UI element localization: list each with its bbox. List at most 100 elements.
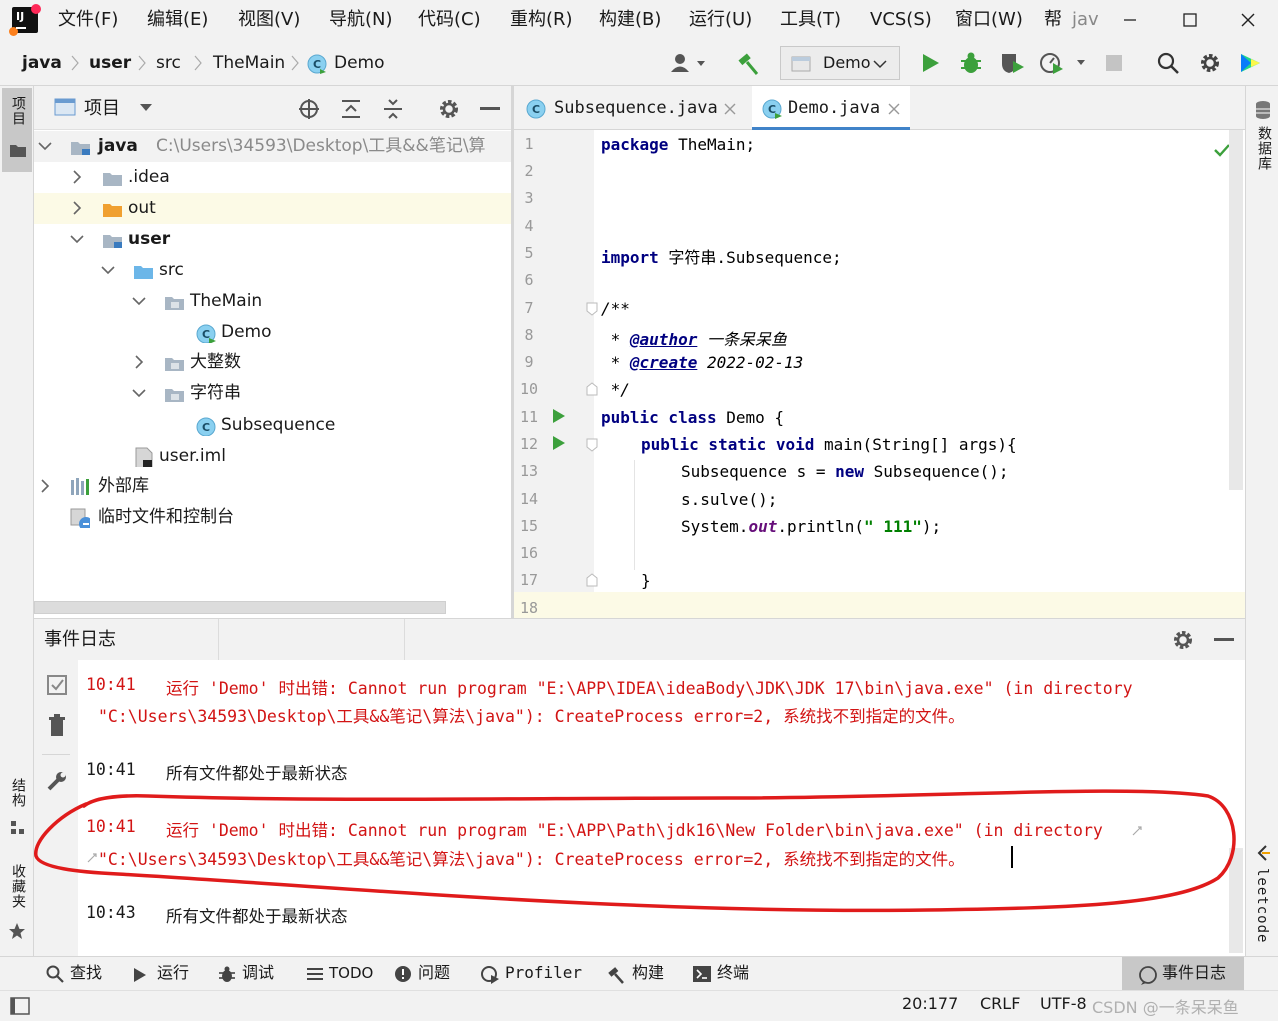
code-line-14: s.sulve(); bbox=[681, 490, 778, 509]
leetcode-tool-window-button[interactable]: leetcode bbox=[1249, 840, 1277, 950]
code-with-me-button[interactable] bbox=[1236, 49, 1264, 77]
hammer-icon bbox=[608, 967, 624, 984]
tree-node-string[interactable]: 字符串 bbox=[34, 378, 512, 409]
run-button[interactable] bbox=[916, 49, 944, 77]
breadcrumb-themain[interactable]: TheMain bbox=[213, 53, 285, 73]
line-number: 5 bbox=[524, 244, 534, 262]
maximize-icon bbox=[1183, 13, 1197, 27]
menu-bar: IJ 文件(F) 编辑(E) 视图(V) 导航(N) 代码(C) 重构(R) 构… bbox=[0, 0, 1278, 40]
breadcrumb-user[interactable]: user bbox=[89, 53, 131, 73]
user-account-button[interactable] bbox=[666, 49, 712, 77]
locate-file-icon[interactable] bbox=[298, 98, 320, 120]
collapse-all-icon[interactable] bbox=[382, 98, 404, 120]
menu-run[interactable]: 运行(U) bbox=[689, 8, 752, 32]
maximize-window-button[interactable] bbox=[1170, 6, 1210, 34]
menu-window[interactable]: 窗口(W) bbox=[955, 8, 1023, 32]
tree-label: user bbox=[128, 229, 171, 249]
menu-file[interactable]: 文件(F) bbox=[58, 8, 118, 32]
fold-icon[interactable] bbox=[586, 438, 598, 452]
menu-vcs[interactable]: VCS(S) bbox=[870, 8, 932, 32]
project-tool-window-button[interactable]: 项目 bbox=[2, 88, 32, 172]
minimize-window-button[interactable] bbox=[1110, 6, 1150, 34]
file-encoding[interactable]: UTF-8 bbox=[1040, 994, 1087, 1013]
line-number: 14 bbox=[519, 490, 539, 508]
close-icon[interactable] bbox=[724, 103, 736, 115]
breadcrumb-java[interactable]: java bbox=[22, 53, 62, 73]
menu-build[interactable]: 构建(B) bbox=[599, 8, 661, 32]
indent-guide bbox=[634, 460, 635, 570]
trash-icon[interactable] bbox=[47, 714, 67, 738]
line-number: 12 bbox=[519, 435, 539, 453]
fold-icon[interactable] bbox=[586, 573, 598, 587]
caret-position[interactable]: 20:177 bbox=[902, 994, 958, 1013]
close-icon[interactable] bbox=[888, 103, 900, 115]
menu-tools[interactable]: 工具(T) bbox=[780, 8, 841, 32]
menu-edit[interactable]: 编辑(E) bbox=[147, 8, 208, 32]
code-editor[interactable] bbox=[594, 130, 1245, 618]
view-mode-dropdown-icon[interactable] bbox=[139, 103, 153, 113]
run-with-coverage-button[interactable] bbox=[998, 49, 1026, 77]
line-number: 18 bbox=[519, 599, 539, 617]
line-number: 13 bbox=[519, 462, 539, 480]
database-tool-window-button[interactable]: 数据库 bbox=[1249, 98, 1277, 198]
bug-icon bbox=[219, 966, 235, 982]
gear-icon[interactable] bbox=[1172, 629, 1194, 651]
svg-text:C: C bbox=[313, 58, 321, 71]
toggle-tool-windows-icon[interactable] bbox=[10, 997, 30, 1015]
menu-navigate[interactable]: 导航(N) bbox=[329, 8, 393, 32]
stop-button[interactable] bbox=[1100, 49, 1128, 77]
log-message-link[interactable]: 运行 'Demo' 时出错: Cannot run program "E:\AP… bbox=[166, 675, 1133, 699]
project-horizontal-scrollbar[interactable] bbox=[34, 601, 446, 614]
tree-node-user-iml[interactable]: user.iml bbox=[34, 441, 512, 472]
run-gutter-icon[interactable] bbox=[552, 435, 566, 451]
tree-node-scratches[interactable]: 临时文件和控制台 bbox=[34, 502, 512, 533]
close-window-button[interactable] bbox=[1228, 6, 1268, 34]
search-everywhere-button[interactable] bbox=[1154, 49, 1182, 77]
hide-panel-icon[interactable] bbox=[1214, 638, 1234, 642]
list-icon bbox=[307, 968, 323, 980]
run-configuration-select[interactable]: Demo bbox=[780, 46, 900, 80]
breadcrumb-demo[interactable]: Demo bbox=[334, 53, 385, 73]
tab-subsequence-java[interactable]: C Subsequence.java bbox=[514, 86, 752, 130]
line-number: 1 bbox=[524, 135, 534, 153]
tree-label: 外部库 bbox=[98, 476, 149, 496]
line-number: 16 bbox=[519, 544, 539, 562]
tree-label: 大整数 bbox=[190, 352, 241, 372]
menu-code[interactable]: 代码(C) bbox=[418, 8, 481, 32]
event-log-tool-button[interactable]: 事件日志 bbox=[1122, 957, 1244, 991]
tree-node-src[interactable]: src bbox=[34, 255, 512, 286]
tree-node-java-root[interactable]: java C:\Users\34593\Desktop\工具&&笔记\算 bbox=[34, 131, 512, 162]
breadcrumb-separator-icon bbox=[71, 55, 79, 71]
expand-all-icon[interactable] bbox=[340, 98, 362, 120]
tree-node-subsequence[interactable]: C Subsequence bbox=[34, 410, 512, 441]
fold-icon[interactable] bbox=[586, 382, 598, 396]
tree-node-out[interactable]: out bbox=[34, 193, 512, 224]
menu-view[interactable]: 视图(V) bbox=[238, 8, 300, 32]
tree-node-demo[interactable]: C Demo bbox=[34, 317, 512, 348]
debug-button[interactable] bbox=[957, 49, 985, 77]
menu-help[interactable]: 帮 bbox=[1044, 8, 1062, 32]
tree-node-external-libraries[interactable]: 外部库 bbox=[34, 471, 512, 502]
gear-icon[interactable] bbox=[438, 98, 460, 120]
mark-all-read-icon[interactable] bbox=[46, 674, 68, 696]
tab-demo-java[interactable]: C Demo.java bbox=[752, 86, 910, 130]
svg-text:C: C bbox=[532, 103, 540, 116]
profile-button[interactable] bbox=[1038, 49, 1092, 77]
settings-button[interactable] bbox=[1196, 49, 1224, 77]
tree-node-idea[interactable]: .idea bbox=[34, 162, 512, 193]
play-icon bbox=[134, 968, 146, 982]
tree-node-themain[interactable]: TheMain bbox=[34, 286, 512, 317]
editor-vertical-scrollbar[interactable] bbox=[1229, 130, 1243, 490]
chevron-right-icon bbox=[73, 170, 82, 184]
breadcrumb-src[interactable]: src bbox=[156, 53, 181, 73]
build-project-button[interactable] bbox=[734, 49, 762, 77]
tree-node-bigint[interactable]: 大整数 bbox=[34, 347, 512, 378]
run-gutter-icon[interactable] bbox=[552, 408, 566, 424]
line-separator[interactable]: CRLF bbox=[980, 994, 1020, 1013]
header-divider bbox=[404, 619, 405, 661]
menu-refactor[interactable]: 重构(R) bbox=[510, 8, 573, 32]
fold-icon[interactable] bbox=[586, 302, 598, 316]
hide-panel-icon[interactable] bbox=[480, 107, 500, 111]
chevron-down-icon bbox=[132, 389, 146, 398]
tree-node-user[interactable]: user bbox=[34, 224, 512, 255]
